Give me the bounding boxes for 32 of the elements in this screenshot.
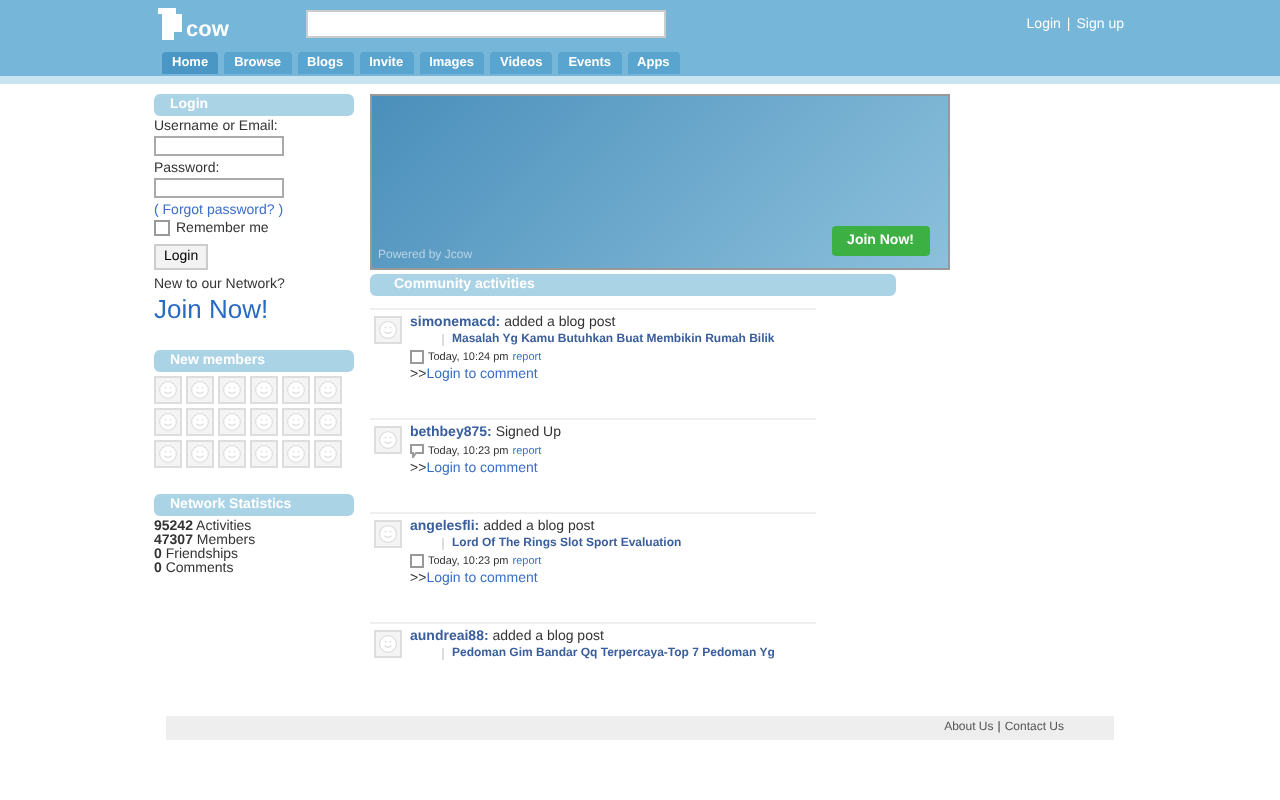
avatar-placeholder: [374, 630, 402, 658]
remember-checkbox[interactable]: [154, 220, 170, 236]
username-field[interactable]: [154, 136, 284, 156]
avatar-placeholder: [374, 426, 402, 454]
comment-icon: [410, 444, 424, 458]
avatar-placeholder: [186, 440, 214, 468]
avatar-placeholder: [186, 376, 214, 404]
avatar-placeholder: [218, 440, 246, 468]
avatar-placeholder: [154, 408, 182, 436]
avatar-placeholder: [374, 520, 402, 548]
avatar-placeholder: [282, 376, 310, 404]
avatar-placeholder: [282, 440, 310, 468]
join-link[interactable]: Join Now!: [154, 294, 354, 324]
avatar-placeholder: [218, 376, 246, 404]
avatar-placeholder: [314, 376, 342, 404]
avatar-placeholder: [154, 440, 182, 468]
avatar-placeholder: [250, 408, 278, 436]
avatar-placeholder: [218, 408, 246, 436]
password-field[interactable]: [154, 178, 284, 198]
logo-icon: [156, 6, 184, 42]
note-icon: [410, 554, 424, 568]
avatar-placeholder: [154, 376, 182, 404]
note-icon: [410, 350, 424, 364]
search-field[interactable]: [306, 10, 666, 38]
avatar-placeholder: [314, 440, 342, 468]
logo-text: cow: [186, 18, 229, 42]
avatar-placeholder: [374, 316, 402, 344]
avatar-placeholder: [186, 408, 214, 436]
avatar-placeholder: [250, 376, 278, 404]
avatar-placeholder: [314, 408, 342, 436]
avatar-placeholder: [250, 440, 278, 468]
avatar-placeholder: [282, 408, 310, 436]
